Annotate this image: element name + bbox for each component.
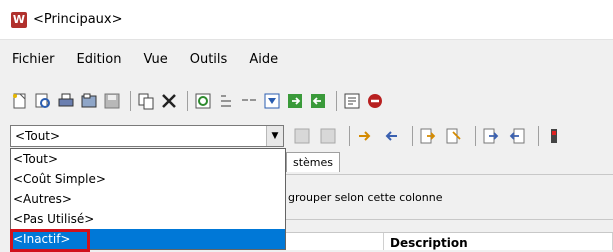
no-entry-icon[interactable] [365, 91, 385, 111]
previous-icon[interactable] [507, 126, 527, 146]
dropdown-item-pas-utilise[interactable]: <Pas Utilisé> [11, 209, 285, 229]
dropdown-item-inactif[interactable]: <Inactif> [11, 229, 285, 249]
dropdown-item-tout[interactable]: <Tout> [11, 149, 285, 169]
group-by-panel: grouper selon cette colonne [286, 174, 613, 220]
filter-icon[interactable] [262, 91, 282, 111]
dropdown-item-autres[interactable]: <Autres> [11, 189, 285, 209]
print-preview-icon[interactable] [33, 91, 53, 111]
column-header-blank[interactable] [286, 233, 384, 250]
link-icon[interactable] [355, 126, 375, 146]
toolbar-separator [538, 126, 539, 146]
main-toolbar [10, 88, 388, 114]
new-icon[interactable] [10, 91, 30, 111]
app-icon: W [11, 11, 27, 28]
properties-icon[interactable] [342, 91, 362, 111]
window-title: <Principaux> [33, 12, 123, 27]
chevron-down-icon[interactable]: ▼ [266, 126, 283, 146]
refresh-icon[interactable] [193, 91, 213, 111]
open-icon[interactable] [79, 91, 99, 111]
menu-fichier[interactable]: Fichier [0, 52, 66, 67]
unlink-icon[interactable] [381, 126, 401, 146]
collapse-icon[interactable] [239, 91, 259, 111]
alert-icon[interactable] [544, 126, 564, 146]
export-icon[interactable] [285, 91, 305, 111]
move-down-icon[interactable] [318, 126, 338, 146]
grid-column-header: Description [286, 232, 613, 250]
filter-toolbar-icons [292, 126, 570, 146]
expand-icon[interactable] [216, 91, 236, 111]
forward-icon[interactable] [418, 126, 438, 146]
toolbar-separator [336, 91, 337, 111]
menu-aide[interactable]: Aide [238, 52, 289, 67]
filter-dropdown-list: <Tout> <Coût Simple> <Autres> <Pas Utili… [10, 148, 286, 250]
title-bar: W <Principaux> [0, 0, 613, 40]
save-icon[interactable] [102, 91, 122, 111]
next-icon[interactable] [481, 126, 501, 146]
delete-icon[interactable] [159, 91, 179, 111]
import-icon[interactable] [308, 91, 328, 111]
menu-vue[interactable]: Vue [132, 52, 178, 67]
tab-strip: stèmes [286, 152, 341, 172]
menu-edition[interactable]: Edition [66, 52, 133, 67]
dropdown-item-cout-simple[interactable]: <Coût Simple> [11, 169, 285, 189]
tab-systemes[interactable]: stèmes [286, 152, 341, 172]
move-up-icon[interactable] [292, 126, 312, 146]
filter-combo[interactable]: <Tout> ▼ [10, 125, 284, 147]
menu-bar: Fichier Edition Vue Outils Aide [0, 48, 289, 70]
menu-outils[interactable]: Outils [179, 52, 239, 67]
column-header-description[interactable]: Description [384, 233, 613, 250]
toolbar-separator [349, 126, 350, 146]
branch-icon[interactable] [444, 126, 464, 146]
filter-combo-value: <Tout> [15, 129, 61, 143]
filter-toolbar: <Tout> ▼ [10, 124, 613, 148]
copy-icon[interactable] [136, 91, 156, 111]
print-icon[interactable] [56, 91, 76, 111]
group-by-hint: grouper selon cette colonne [288, 190, 443, 204]
toolbar-separator [412, 126, 413, 146]
toolbar-separator [475, 126, 476, 146]
toolbar-separator [130, 91, 131, 111]
toolbar-separator [187, 91, 188, 111]
